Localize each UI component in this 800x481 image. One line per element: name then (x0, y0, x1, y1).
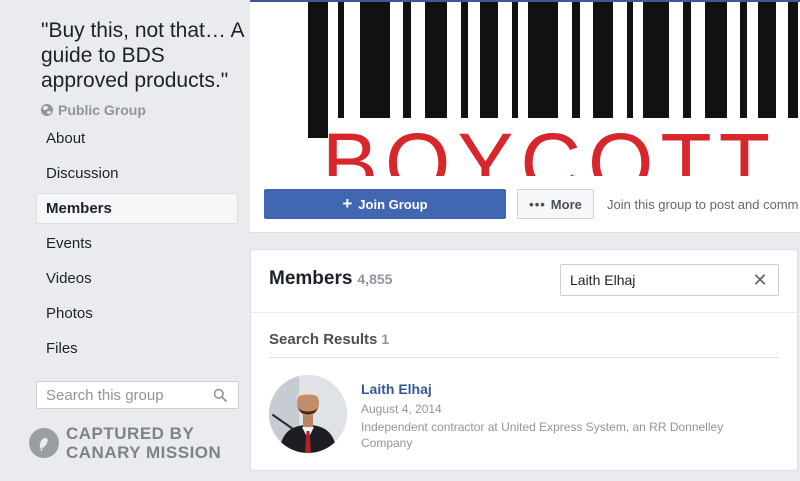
clear-icon[interactable]: ✕ (750, 270, 770, 290)
sidebar-item-events[interactable]: Events (36, 228, 238, 259)
members-count: 4,855 (357, 271, 393, 287)
sidebar-item-files[interactable]: Files (36, 333, 238, 364)
divider (251, 312, 797, 313)
member-bio: Independent contractor at United Express… (361, 420, 724, 450)
search-icon[interactable] (213, 388, 227, 402)
more-dots-icon: ••• (529, 196, 546, 212)
watermark-text: CAPTURED BY CANARY MISSION (66, 424, 221, 462)
sidebar-item-members[interactable]: Members (36, 193, 238, 224)
sidebar-item-about[interactable]: About (36, 123, 238, 154)
avatar[interactable] (269, 375, 347, 453)
group-action-bar: + Join Group ••• More Join this group to… (250, 176, 800, 233)
canary-logo (29, 428, 59, 458)
more-label: More (550, 196, 582, 212)
plus-icon: + (342, 194, 353, 213)
barcode-graphic: BOYCOTT (250, 0, 800, 176)
globe-icon (41, 104, 53, 116)
join-group-label: Join Group (358, 196, 428, 212)
search-results-count: 1 (381, 331, 390, 347)
divider (269, 357, 779, 358)
sidebar-item-discussion[interactable]: Discussion (36, 158, 238, 189)
cover-photo[interactable]: BOYCOTT (250, 0, 800, 176)
search-results-label: Search Results (269, 331, 378, 348)
member-result-row: Laith Elhaj August 4, 2014 Independent c… (269, 375, 779, 455)
sidebar-item-videos[interactable]: Videos (36, 263, 238, 294)
member-name-link[interactable]: Laith Elhaj (361, 381, 432, 397)
member-search-box: ✕ (560, 264, 779, 296)
sidebar-item-photos[interactable]: Photos (36, 298, 238, 329)
sidebar-nav: About Discussion Members Events Videos P… (36, 123, 238, 368)
members-header: Members 4,855 (269, 268, 392, 290)
watermark-line-1: CAPTURED BY (66, 424, 195, 443)
group-privacy-label: Public Group (58, 102, 146, 118)
join-hint-text: Join this group to post and comm (607, 197, 799, 212)
group-search-box (36, 381, 239, 409)
members-card: Members 4,855 ✕ Search Results 1 Lai (250, 249, 798, 471)
group-search-input[interactable] (46, 386, 206, 404)
member-join-date: August 4, 2014 (361, 402, 442, 416)
canary-mission-watermark: CAPTURED BY CANARY MISSION (29, 424, 221, 462)
group-title[interactable]: "Buy this, not that… A guide to BDS appr… (41, 18, 246, 93)
top-border (250, 0, 800, 2)
join-group-button[interactable]: + Join Group (264, 189, 506, 219)
watermark-line-2: CANARY MISSION (66, 443, 222, 462)
cover-text: BOYCOTT (322, 116, 774, 176)
members-title: Members (269, 268, 353, 289)
group-sidebar: "Buy this, not that… A guide to BDS appr… (0, 0, 250, 481)
more-button[interactable]: ••• More (517, 189, 594, 219)
search-results-header: Search Results 1 (269, 331, 389, 348)
group-privacy: Public Group (41, 102, 146, 118)
member-search-input[interactable] (570, 272, 740, 288)
